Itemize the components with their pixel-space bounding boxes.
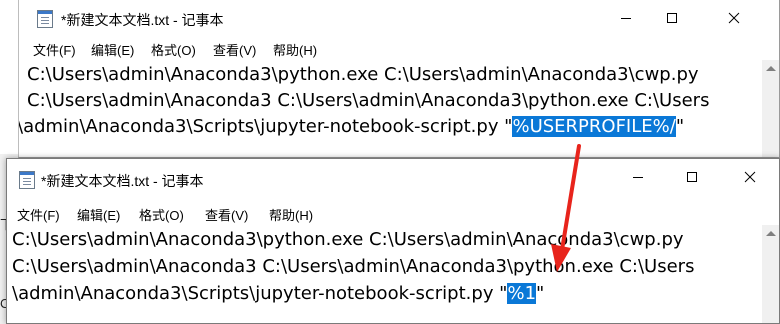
annotation-arrow (551, 144, 581, 272)
arrow-shaft (560, 144, 581, 252)
arrow-head-icon (551, 244, 571, 272)
